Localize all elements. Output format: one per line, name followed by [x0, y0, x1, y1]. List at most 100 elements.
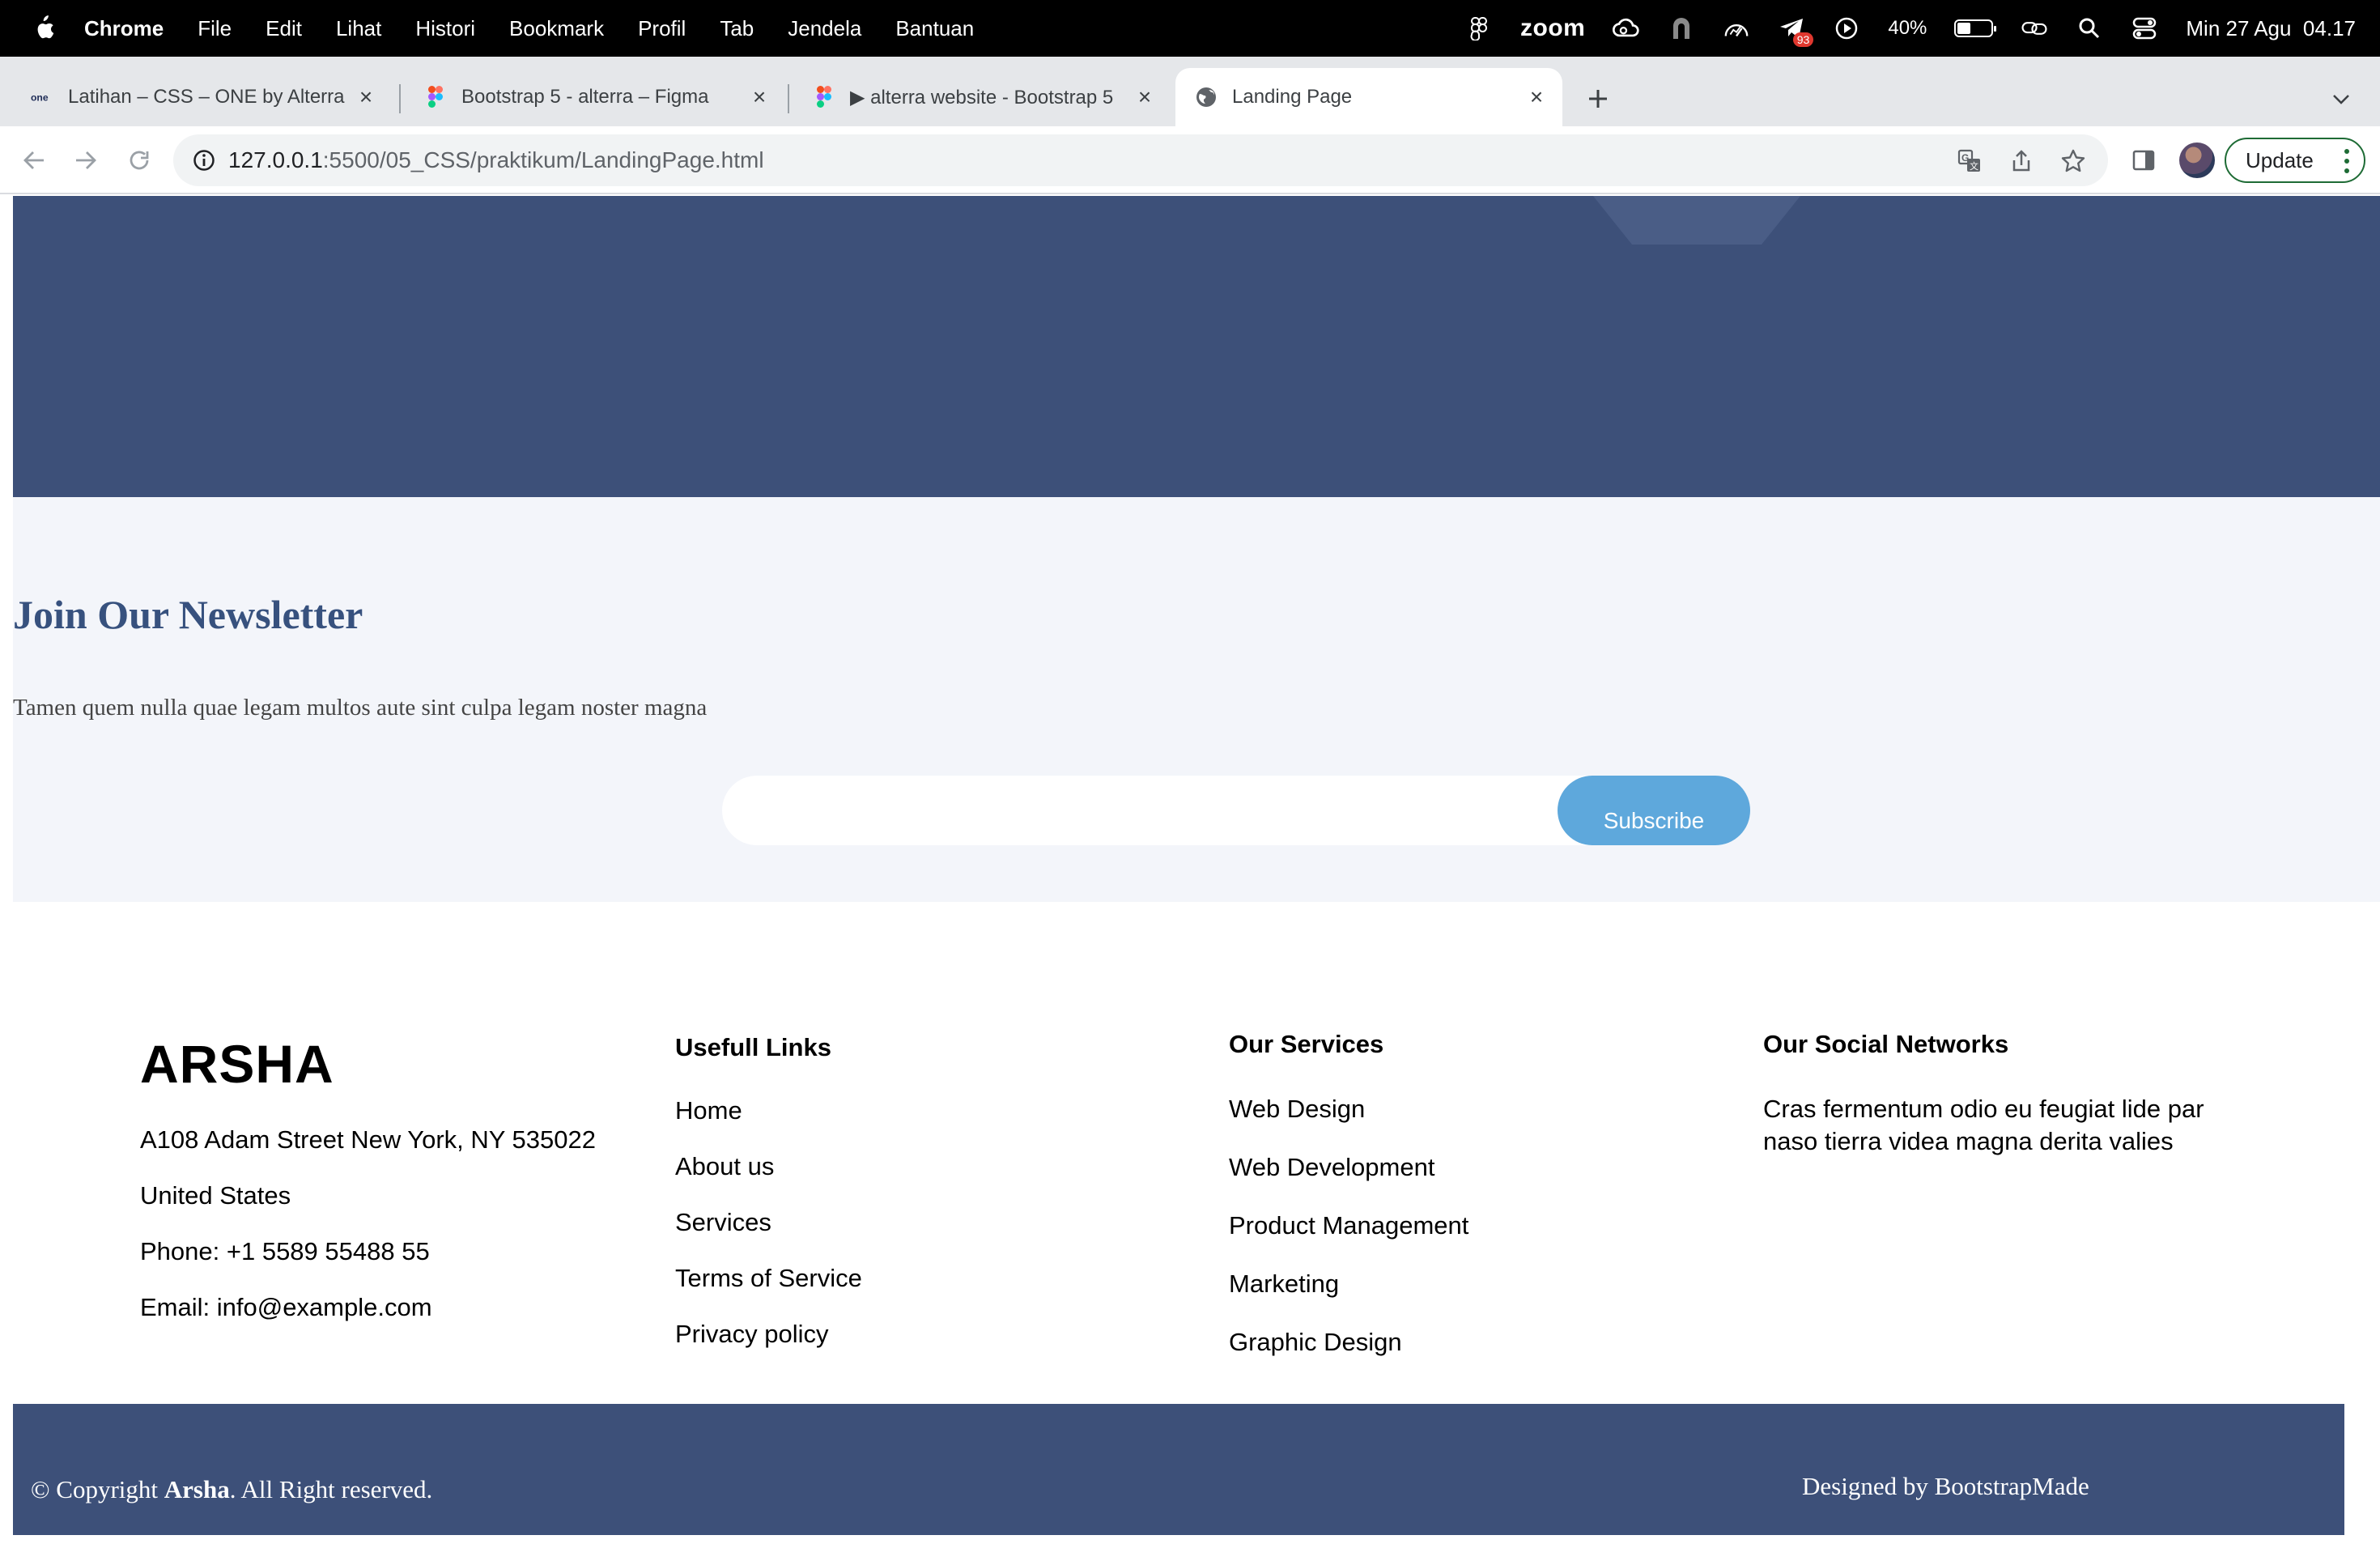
- copyright-text: © Copyright Arsha. All Right reserved.: [31, 1475, 432, 1504]
- footer-address-line: A108 Adam Street New York, NY 535022: [140, 1125, 596, 1154]
- social-networks-text: Cras fermentum odio eu feugiat lide par …: [1763, 1095, 2204, 1155]
- hero-section: [13, 196, 2380, 497]
- update-chrome-button[interactable]: Update: [2225, 138, 2365, 183]
- battery-level-fill: [1957, 23, 1971, 34]
- menu-bookmarks[interactable]: Bookmark: [509, 16, 604, 41]
- tab-search-chevron-icon[interactable]: [2327, 84, 2356, 113]
- newsletter-subtitle: Tamen quem nulla quae legam multos aute …: [13, 695, 708, 721]
- close-tab-icon[interactable]: ×: [1133, 84, 1156, 109]
- profile-avatar[interactable]: [2179, 142, 2215, 178]
- menubar-status-area: zoom 93 40% Min 27 Agu 04.17: [1465, 0, 2356, 57]
- update-label: Update: [2246, 147, 2314, 172]
- tab-latihan-css[interactable]: one Latihan – CSS – ONE by Alterra ×: [11, 68, 392, 126]
- our-services-title: Our Services: [1229, 1030, 1384, 1058]
- control-center-icon[interactable]: [2131, 15, 2158, 42]
- figma-status-icon[interactable]: [1465, 15, 1493, 42]
- footer-email: Email: info@example.com: [140, 1293, 432, 1321]
- tab-bootstrap-figma[interactable]: Bootstrap 5 - alterra – Figma ×: [405, 68, 785, 126]
- reload-icon[interactable]: [123, 144, 155, 176]
- more-menu-icon[interactable]: [2344, 149, 2349, 173]
- tab-separator: [788, 84, 789, 113]
- tab-landing-page[interactable]: Landing Page ×: [1175, 68, 1562, 126]
- tab-separator: [399, 84, 401, 113]
- newsletter-title: Join Our Newsletter: [13, 592, 363, 637]
- bookmark-star-icon[interactable]: [2059, 147, 2087, 175]
- footer-link-terms[interactable]: Terms of Service: [675, 1264, 862, 1293]
- macos-menu-bar: Chrome File Edit Lihat Histori Bookmark …: [0, 0, 2380, 57]
- new-tab-button[interactable]: [1582, 83, 1614, 115]
- telegram-icon[interactable]: 93: [1778, 15, 1814, 47]
- menu-history[interactable]: Histori: [415, 16, 475, 41]
- side-panel-icon[interactable]: [2127, 144, 2160, 176]
- url-path: :5500/05_CSS/praktikum/LandingPage.html: [322, 147, 764, 172]
- menu-profiles[interactable]: Profil: [638, 16, 686, 41]
- url-text[interactable]: 127.0.0.1:5500/05_CSS/praktikum/LandingP…: [228, 147, 764, 173]
- footer-link-home[interactable]: Home: [675, 1096, 742, 1125]
- menu-window[interactable]: Jendela: [788, 16, 861, 41]
- site-info-icon[interactable]: [191, 147, 217, 173]
- link-icon[interactable]: [2021, 15, 2048, 42]
- alterra-one-icon: one: [31, 86, 53, 108]
- speedometer-icon[interactable]: [1723, 15, 1750, 42]
- apple-logo-icon[interactable]: [31, 15, 55, 42]
- copyright-brand: Arsha: [164, 1475, 230, 1503]
- service-link-marketing[interactable]: Marketing: [1229, 1269, 1339, 1299]
- service-link-web-development[interactable]: Web Development: [1229, 1153, 1434, 1182]
- footer-link-services[interactable]: Services: [675, 1208, 771, 1237]
- zoom-status-label[interactable]: zoom: [1520, 15, 1585, 42]
- tab-title: Bootstrap 5 - alterra – Figma: [461, 86, 709, 108]
- landing-page: Join Our Newsletter Tamen quem nulla qua…: [13, 196, 2380, 1548]
- footer-link-about[interactable]: About us: [675, 1152, 774, 1181]
- vpn-arch-icon[interactable]: [1668, 15, 1695, 42]
- tab-alterra-website[interactable]: ▶ alterra website - Bootstrap 5 ×: [793, 68, 1171, 126]
- figma-icon: [813, 86, 835, 108]
- svg-text:one: one: [31, 92, 49, 104]
- forward-arrow-icon[interactable]: [70, 144, 102, 176]
- menu-tab[interactable]: Tab: [720, 16, 754, 41]
- social-networks-title: Our Social Networks: [1763, 1030, 2009, 1058]
- play-circle-icon[interactable]: [1833, 15, 1860, 42]
- figma-icon: [424, 86, 447, 108]
- svg-text:文: 文: [1970, 160, 1978, 172]
- hero-decorative-shape: [1567, 196, 1826, 245]
- page-viewport: Join Our Newsletter Tamen quem nulla qua…: [0, 196, 2380, 1548]
- copyright-suffix: . All Right reserved.: [229, 1475, 433, 1503]
- back-arrow-icon[interactable]: [18, 144, 50, 176]
- menu-edit[interactable]: Edit: [266, 16, 302, 41]
- footer-bottom-bar: © Copyright Arsha. All Right reserved. D…: [13, 1404, 2344, 1535]
- menu-app-name[interactable]: Chrome: [84, 16, 164, 41]
- tab-title: Latihan – CSS – ONE by Alterra: [68, 86, 345, 108]
- service-link-web-design[interactable]: Web Design: [1229, 1095, 1365, 1124]
- footer-country: United States: [140, 1181, 291, 1210]
- globe-icon: [1195, 86, 1218, 108]
- footer-phone: Phone: +1 5589 55488 55: [140, 1237, 430, 1265]
- menubar-clock[interactable]: Min 27 Agu 04.17: [2186, 16, 2356, 41]
- tab-strip: one Latihan – CSS – ONE by Alterra × Boo…: [0, 57, 2380, 126]
- footer-brand-logo[interactable]: ARSHA: [140, 1033, 334, 1095]
- service-link-product-management[interactable]: Product Management: [1229, 1211, 1468, 1240]
- service-link-graphic-design[interactable]: Graphic Design: [1229, 1328, 1402, 1357]
- url-host: 127.0.0.1: [228, 147, 323, 172]
- translate-icon[interactable]: G文: [1956, 147, 1983, 175]
- notification-badge: 93: [1792, 32, 1814, 47]
- battery-icon[interactable]: [1954, 19, 1997, 37]
- close-tab-icon[interactable]: ×: [748, 84, 771, 109]
- tab-title: Landing Page: [1232, 86, 1353, 108]
- close-tab-icon[interactable]: ×: [1525, 84, 1548, 109]
- close-tab-icon[interactable]: ×: [355, 84, 377, 109]
- menu-view[interactable]: Lihat: [336, 16, 381, 41]
- creative-cloud-icon[interactable]: [1613, 15, 1640, 42]
- spotlight-search-icon[interactable]: [2076, 15, 2103, 42]
- menu-file[interactable]: File: [198, 16, 232, 41]
- tab-title: ▶ alterra website - Bootstrap 5: [850, 86, 1114, 108]
- subscribe-button[interactable]: Subscribe: [1558, 776, 1750, 845]
- address-bar[interactable]: 127.0.0.1:5500/05_CSS/praktikum/LandingP…: [173, 134, 2108, 186]
- menu-help[interactable]: Bantuan: [895, 16, 974, 41]
- share-icon[interactable]: [2008, 147, 2035, 175]
- battery-percent: 40%: [1888, 17, 1927, 39]
- credits-text[interactable]: Designed by BootstrapMade: [1802, 1472, 2089, 1501]
- footer-link-privacy[interactable]: Privacy policy: [675, 1320, 829, 1349]
- useful-links-title: Usefull Links: [675, 1033, 831, 1061]
- browser-toolbar: 127.0.0.1:5500/05_CSS/praktikum/LandingP…: [0, 126, 2380, 194]
- copyright-prefix: © Copyright: [31, 1475, 164, 1503]
